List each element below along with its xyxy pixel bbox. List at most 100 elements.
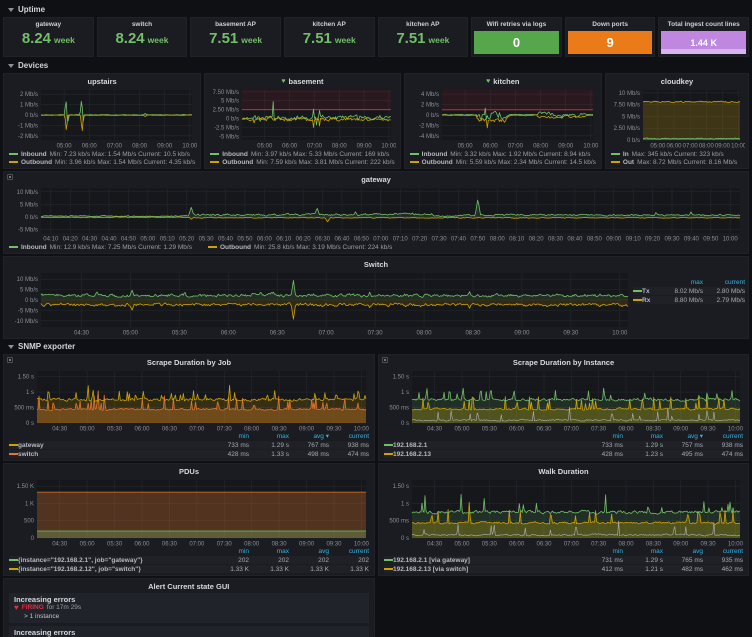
legend-series-label[interactable]: Outbound [21,159,52,166]
legend-series-label[interactable]: Rx [642,297,650,304]
stat-value: 7.51week [379,31,468,56]
svg-text:2.50 Mb/s: 2.50 Mb/s [213,108,239,114]
legend-column-header[interactable]: max [661,279,703,286]
legend-column-header[interactable]: min [209,548,249,555]
svg-text:-2.5 Mb/s: -2.5 Mb/s [214,126,239,132]
legend-column-header[interactable]: current [329,433,369,440]
legend-series-label[interactable]: 192.168.2.13 [393,451,431,458]
legend-column-header[interactable]: current [703,279,745,286]
legend-column-header[interactable]: current [703,548,743,555]
svg-text:10:00: 10:00 [583,144,598,150]
legend-column-header[interactable]: min [583,548,623,555]
legend-series-label[interactable]: Out [623,159,634,166]
stat-title[interactable]: Wifi retries via logs [472,18,561,31]
legend-column-header[interactable]: current [703,433,743,440]
legend-column-header[interactable]: max [249,433,289,440]
chart-canvas-kitchen[interactable]: 4 Mb/s2 Mb/s0 b/s-2 Mb/s-4 Mb/s05:0006:0… [408,87,598,149]
legend-series-label[interactable]: switch [18,451,38,458]
svg-text:10:00: 10:00 [354,427,370,433]
row-header-snmp[interactable]: SNMP exporter [3,341,749,352]
stat-title[interactable]: Down ports [566,18,655,31]
panel-cloudkey: cloudkey10 Mb/s7.50 Mb/s5 Mb/s2.50 Mb/s0… [605,73,749,169]
legend-series-label[interactable]: Inbound [222,151,248,158]
svg-text:500 ms: 500 ms [389,519,409,525]
chart-canvas-pdus[interactable]: 1.50 K1 K500004:3005:0005:3006:0006:3007… [7,477,371,547]
legend-column-header[interactable]: avg ▾ [663,432,703,440]
legend-series-label[interactable]: {instance="192.168.2.12", job="switch"} [18,566,141,573]
legend-series-stats: Min: 3.97 kb/s Max: 5.33 Mb/s Current: 1… [251,151,389,158]
panel-title-pdus[interactable]: PDUs [7,466,371,477]
legend-column-header[interactable]: avg [663,548,703,555]
panel-title-kitchen[interactable]: ♥kitchen [408,76,598,87]
svg-text:1 Mb/s: 1 Mb/s [20,103,38,109]
chart-canvas-basement[interactable]: 7.50 Mb/s5 Mb/s2.50 Mb/s0 b/s-2.5 Mb/s-5… [208,87,396,149]
chart-canvas-scrape_job[interactable]: 1.50 s1 s500 ms0 s04:3005:0005:3006:0006… [7,368,371,432]
legend-stat-value: 202 [329,557,369,564]
chart-canvas-upstairs[interactable]: 2 Mb/s1 Mb/s0 b/s-1 Mb/s-2 Mb/s05:0006:0… [7,87,197,149]
legend-series-label[interactable]: Outbound [220,244,251,251]
legend-series-label[interactable]: In [623,151,629,158]
legend-column-header[interactable]: max [623,433,663,440]
panel-title-switch[interactable]: Switch [7,259,745,270]
legend-column-header[interactable]: current [329,548,369,555]
legend-series-label[interactable]: 192.168.2.1 [via gateway] [393,557,470,564]
chart-row: 10 Mb/s5 Mb/s0 b/s-5 Mb/s-10 Mb/s04:3005… [7,270,745,336]
legend-series-label[interactable]: 192.168.2.13 [via switch] [393,566,468,573]
chart-canvas-switch[interactable]: 10 Mb/s5 Mb/s0 b/s-5 Mb/s-10 Mb/s04:3005… [7,270,633,336]
legend-series-label[interactable]: Outbound [222,159,253,166]
alert-instances-toggle[interactable]: > 1 instance [14,612,364,621]
panel-info-icon[interactable] [382,357,388,363]
svg-text:10:00: 10:00 [723,237,739,243]
panel-title-basement[interactable]: ♥basement [208,76,396,87]
chart-canvas-walk[interactable]: 1.50 s1 s500 ms0 s04:3005:0005:3006:0006… [382,477,745,547]
legend-column-header[interactable]: min [583,433,623,440]
legend-series-label[interactable]: Outbound [422,159,453,166]
legend-series-label[interactable]: gateway [18,442,44,449]
panel-title-cloudkey[interactable]: cloudkey [609,76,745,87]
chart-canvas-scrape_instance[interactable]: 1.50 s1 s500 ms0 s04:3005:0005:3006:0006… [382,368,745,432]
svg-text:04:30: 04:30 [52,542,68,548]
chart-canvas-gateway[interactable]: 10 Mb/s5 Mb/s0 b/s-5 Mb/s04:1004:2004:30… [7,185,745,242]
panel-switch: Switch10 Mb/s5 Mb/s0 b/s-5 Mb/s-10 Mb/s0… [3,256,749,339]
panel-info-icon[interactable] [7,357,13,363]
svg-text:10 Mb/s: 10 Mb/s [17,277,38,283]
legend-series-label[interactable]: 192.168.2.1 [393,442,427,449]
stat-title[interactable]: Total ingest count lines [659,18,748,31]
panel-links-icon[interactable] [7,174,13,180]
svg-text:-2 Mb/s: -2 Mb/s [419,123,439,129]
legend-series-label[interactable]: Inbound [21,244,47,251]
alert-list-item[interactable]: Increasing errors♥FIRINGfor 17m 29s> 1 i… [9,593,369,623]
svg-text:05:30: 05:30 [107,427,123,433]
row-header-devices[interactable]: Devices [3,60,749,71]
alert-list-item[interactable]: Increasing errors [9,626,369,637]
svg-text:06:00: 06:00 [82,144,98,150]
svg-text:07:00: 07:00 [319,331,335,337]
stat-unit: week [429,35,450,45]
legend-column-header[interactable]: max [623,548,663,555]
panel-title-walk[interactable]: Walk Duration [382,466,745,477]
panel-title-scrape_instance[interactable]: Scrape Duration by Instance [382,357,745,368]
legend-series-label[interactable]: Tx [642,288,650,295]
alert-state-row: ♥FIRINGfor 17m 29s [14,604,364,612]
svg-text:08:30: 08:30 [465,331,481,337]
legend-column-header[interactable]: avg ▾ [289,432,329,440]
legend-series-label[interactable]: {instance="192.168.2.1", job="gateway"} [18,557,143,564]
chart-canvas-cloudkey[interactable]: 10 Mb/s7.50 Mb/s5 Mb/s2.50 Mb/s0 b/s05:0… [609,87,745,149]
row-header-uptime[interactable]: Uptime [3,4,749,15]
panel-title-text: Walk Duration [538,467,588,476]
svg-text:10:00: 10:00 [182,144,197,150]
svg-text:06:00: 06:00 [221,331,237,337]
legend-column-header[interactable]: min [209,433,249,440]
panel-title-upstairs[interactable]: upstairs [7,76,197,87]
panel-title-alert-list[interactable]: Alert Current state GUI [7,581,371,592]
legend-series-stats: Min: 3.32 kb/s Max: 1.92 Mb/s Current: 8… [450,151,590,158]
panel-title-scrape_job[interactable]: Scrape Duration by Job [7,357,371,368]
legend-column-header[interactable]: max [249,548,289,555]
legend-series-label[interactable]: Inbound [422,151,448,158]
panel-title-gateway[interactable]: gateway [7,174,745,185]
legend-stat-value: 1.33 s [249,451,289,458]
legend-series-label[interactable]: Inbound [21,151,47,158]
legend-stat-value: 8.02 Mb/s [661,288,703,295]
legend-column-header[interactable]: avg [289,548,329,555]
svg-text:09:30: 09:30 [563,331,579,337]
